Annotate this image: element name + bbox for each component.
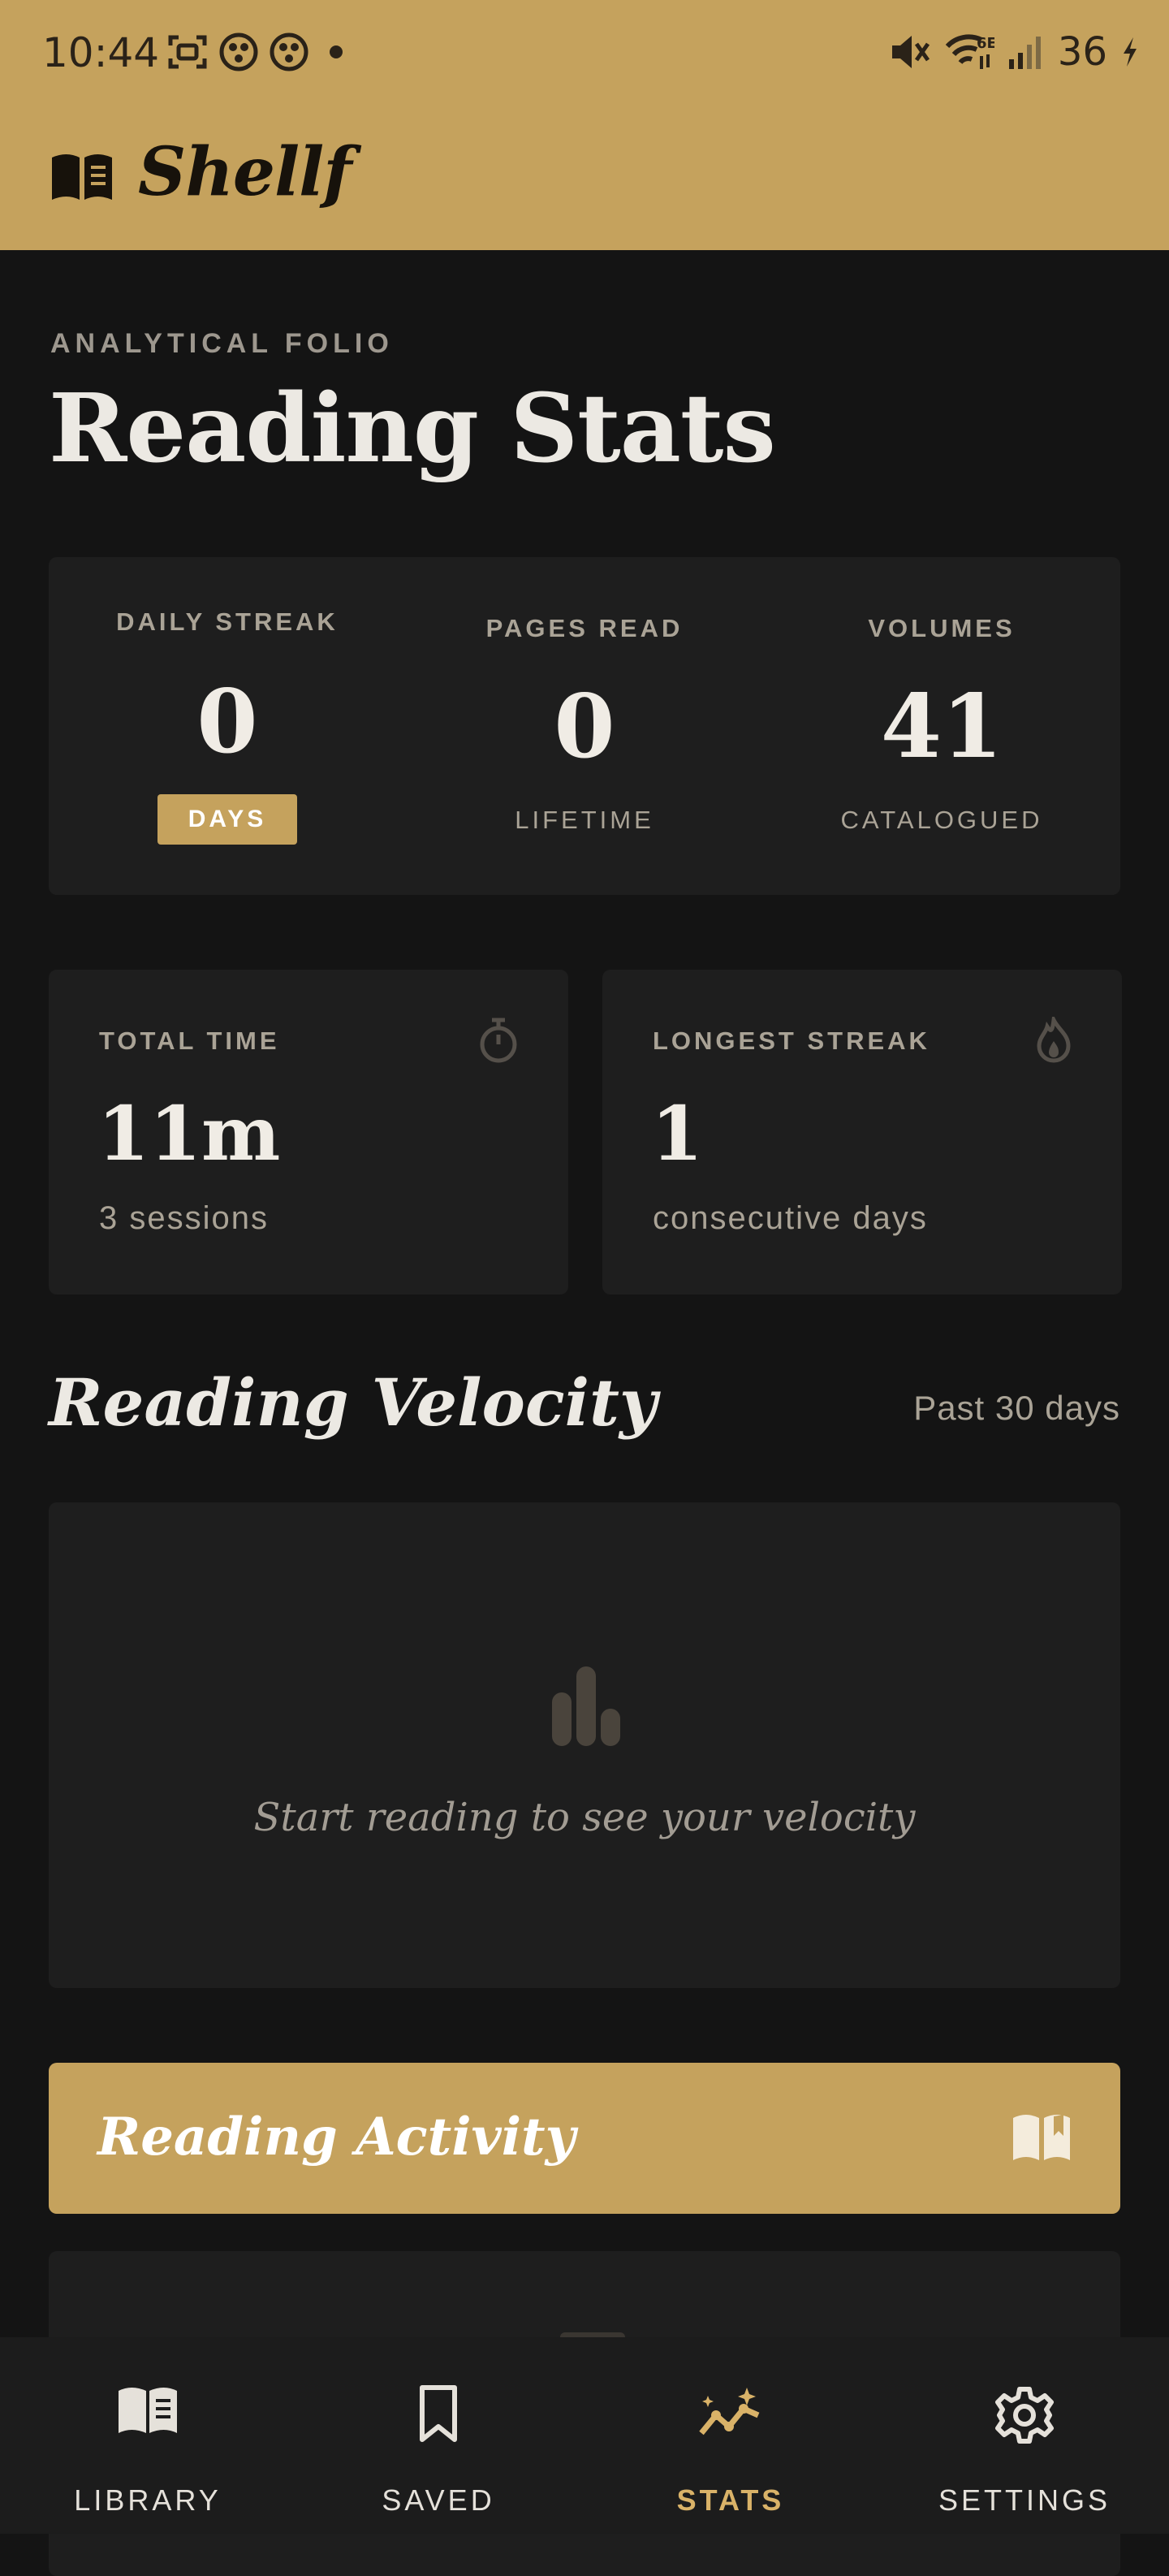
status-icons-left — [167, 32, 349, 71]
nav-item-library[interactable]: LIBRARY — [2, 2337, 294, 2534]
nav-item-stats[interactable]: STATS — [584, 2337, 877, 2534]
volumes-stat: VOLUMES 41 CATALOGUED — [763, 557, 1120, 895]
bookmark-icon — [420, 2385, 457, 2442]
bottom-nav: LIBRARY SAVED STATS SETTINGS — [0, 2337, 1169, 2534]
svg-text:6E: 6E — [977, 35, 994, 52]
battery-level: 36 — [1057, 29, 1107, 75]
velocity-card: Start reading to see your velocity — [49, 1502, 1120, 1988]
volumes-sub: CATALOGUED — [840, 806, 1043, 834]
daily-streak-stat: DAILY STREAK 0 DAYS — [49, 557, 406, 895]
total-time-label: TOTAL TIME — [99, 1027, 280, 1055]
book-icon — [1013, 2115, 1070, 2160]
daily-streak-value: 0 — [196, 671, 258, 773]
nav-item-settings[interactable]: SETTINGS — [878, 2337, 1169, 2534]
stats-icon — [699, 2388, 760, 2436]
nav-label-library: LIBRARY — [74, 2483, 222, 2517]
charging-icon — [1124, 37, 1137, 67]
stopwatch-icon — [480, 1018, 517, 1063]
app-notification-icon — [219, 32, 258, 71]
velocity-range[interactable]: Past 30 days — [913, 1389, 1120, 1428]
dot-icon — [330, 45, 343, 58]
longest-streak-card: LONGEST STREAK 1 consecutive days — [602, 970, 1122, 1294]
volumes-value: 41 — [880, 676, 1003, 778]
app-title: Shellf — [138, 133, 352, 211]
status-icons-right: 6E 36 — [889, 29, 1140, 75]
volumes-label: VOLUMES — [868, 614, 1016, 642]
longest-streak-label: LONGEST STREAK — [653, 1027, 930, 1055]
mute-icon — [891, 36, 930, 68]
gear-icon — [995, 2387, 1054, 2444]
app-notification-icon — [270, 32, 308, 71]
total-time-value: 11m — [97, 1090, 281, 1178]
velocity-empty-message: Start reading to see your velocity — [253, 1795, 916, 1840]
open-book-icon — [52, 154, 112, 200]
nav-label-saved: SAVED — [382, 2483, 495, 2517]
reading-activity-header[interactable]: Reading Activity — [49, 2063, 1120, 2214]
page-eyebrow: ANALYTICAL FOLIO — [50, 328, 394, 359]
status-time: 10:44 — [42, 29, 160, 76]
nav-item-saved[interactable]: SAVED — [292, 2337, 584, 2534]
signal-icon — [1008, 37, 1041, 69]
library-icon — [119, 2388, 177, 2433]
pages-read-label: PAGES READ — [485, 614, 684, 642]
daily-streak-unit-badge: DAYS — [157, 794, 298, 845]
reading-activity-title: Reading Activity — [97, 2107, 576, 2168]
pages-read-value: 0 — [554, 676, 615, 778]
daily-streak-label: DAILY STREAK — [116, 607, 339, 636]
bar-chart-icon — [552, 1666, 620, 1746]
screenshot-icon — [168, 35, 207, 69]
total-time-sub: 3 sessions — [99, 1200, 269, 1236]
longest-streak-value: 1 — [651, 1090, 704, 1178]
total-time-card: TOTAL TIME 11m 3 sessions — [49, 970, 568, 1294]
wifi-6e-icon: 6E — [945, 34, 994, 69]
velocity-section-title: Reading Velocity — [49, 1364, 658, 1441]
pages-read-sub: LIFETIME — [515, 806, 654, 834]
page-title: Reading Stats — [49, 374, 776, 484]
pages-read-stat: PAGES READ 0 LIFETIME — [406, 557, 763, 895]
longest-streak-sub: consecutive days — [653, 1200, 928, 1236]
daily-streak-badge-wrap: DAYS — [49, 794, 406, 845]
summary-card: DAILY STREAK 0 DAYS PAGES READ 0 LIFETIM… — [49, 557, 1120, 895]
flame-icon — [1037, 1017, 1071, 1063]
nav-label-stats: STATS — [676, 2483, 785, 2517]
nav-label-settings: SETTINGS — [938, 2483, 1111, 2517]
app-header: 10:44 6E 36 Shellf — [0, 0, 1169, 250]
